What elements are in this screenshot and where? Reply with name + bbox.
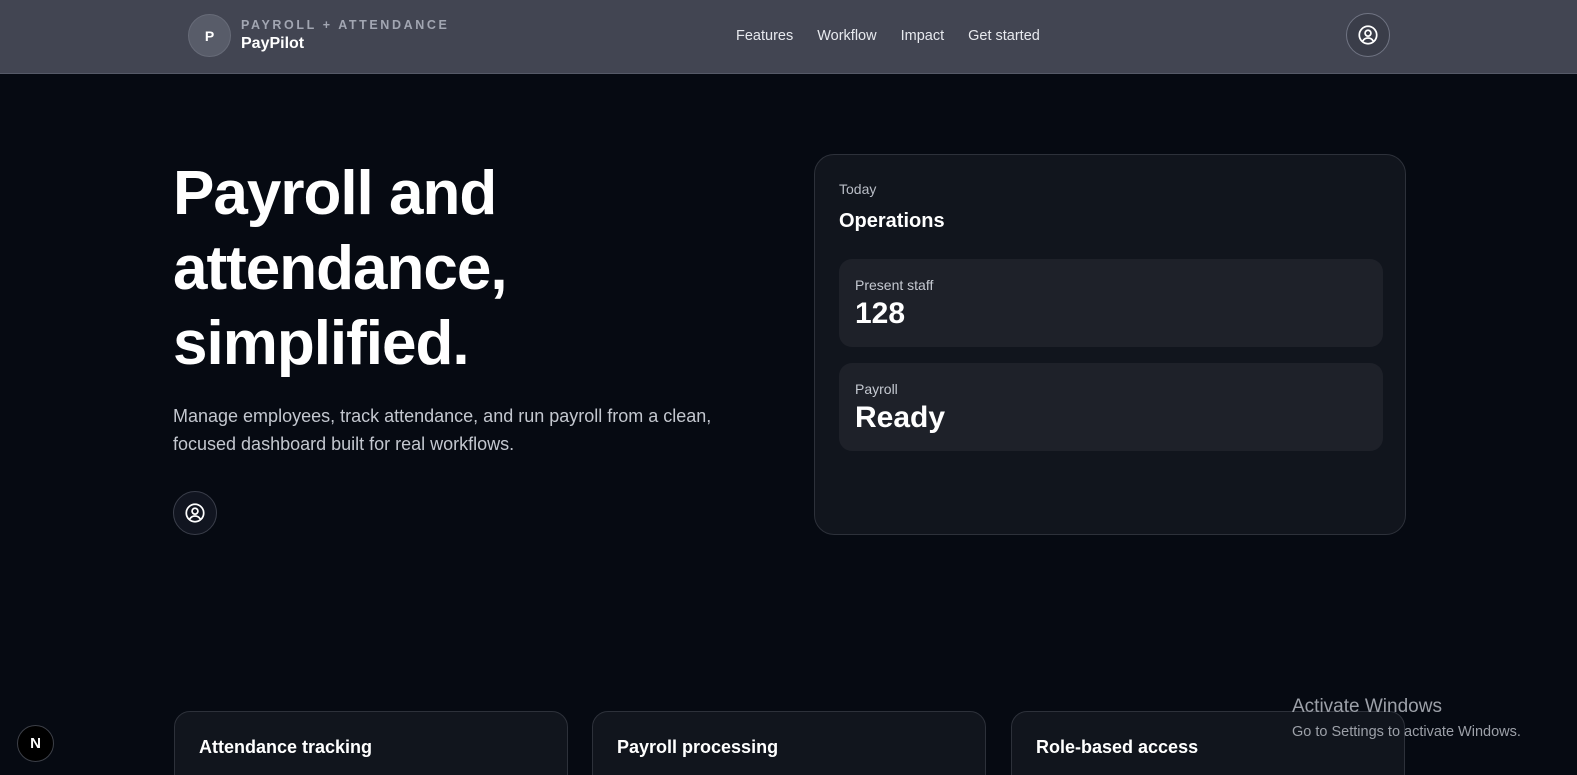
operations-card: Today Operations Present staff 128 Payro… (814, 154, 1406, 535)
user-circle-icon (1358, 25, 1378, 45)
hero-account-button[interactable] (173, 491, 217, 535)
hero-subtitle: Manage employees, track attendance, and … (173, 406, 712, 454)
watermark-subtitle: Go to Settings to activate Windows. (1292, 724, 1521, 740)
stat-present-staff: Present staff 128 (839, 259, 1383, 347)
hero-title-line: simplified. (173, 309, 470, 378)
main-nav: Features Workflow Impact Get started (736, 26, 1040, 46)
brand-text: PAYROLL + ATTENDANCE PayPilot (241, 18, 449, 54)
hero-title: Payroll and attendance, simplified. (173, 156, 733, 381)
account-button[interactable] (1346, 13, 1390, 57)
operations-eyebrow: Today (839, 181, 877, 197)
nav-link-impact[interactable]: Impact (901, 26, 945, 46)
site-header: P PAYROLL + ATTENDANCE PayPilot Features… (0, 0, 1577, 74)
nav-link-features[interactable]: Features (736, 26, 793, 46)
brand[interactable]: P PAYROLL + ATTENDANCE PayPilot (188, 14, 449, 57)
feature-title: Role-based access (1036, 737, 1199, 757)
hero-title-line: Payroll and (173, 159, 497, 228)
operations-title: Operations (839, 210, 945, 232)
stat-value: 128 (855, 297, 906, 330)
windows-activation-watermark: Activate Windows Go to Settings to activ… (1292, 695, 1521, 742)
nav-link-get-started[interactable]: Get started (968, 26, 1040, 46)
hero-title-line: attendance, (173, 234, 508, 303)
nextjs-dev-badge[interactable]: N (17, 725, 54, 762)
user-circle-icon (185, 503, 205, 523)
brand-name: PayPilot (241, 34, 305, 52)
watermark-title: Activate Windows (1292, 696, 1442, 717)
brand-eyebrow: PAYROLL + ATTENDANCE (241, 17, 450, 32)
stat-label: Present staff (855, 277, 934, 293)
stat-label: Payroll (855, 381, 898, 397)
stat-value: Ready (855, 401, 946, 434)
feature-title: Attendance tracking (199, 737, 373, 757)
feature-card-payroll: Payroll processing (592, 711, 986, 775)
feature-card-attendance: Attendance tracking (174, 711, 568, 775)
nav-link-workflow[interactable]: Workflow (817, 26, 876, 46)
feature-title: Payroll processing (617, 737, 779, 757)
page: P PAYROLL + ATTENDANCE PayPilot Features… (0, 0, 1577, 775)
stat-payroll: Payroll Ready (839, 363, 1383, 451)
brand-logo: P (188, 14, 231, 57)
